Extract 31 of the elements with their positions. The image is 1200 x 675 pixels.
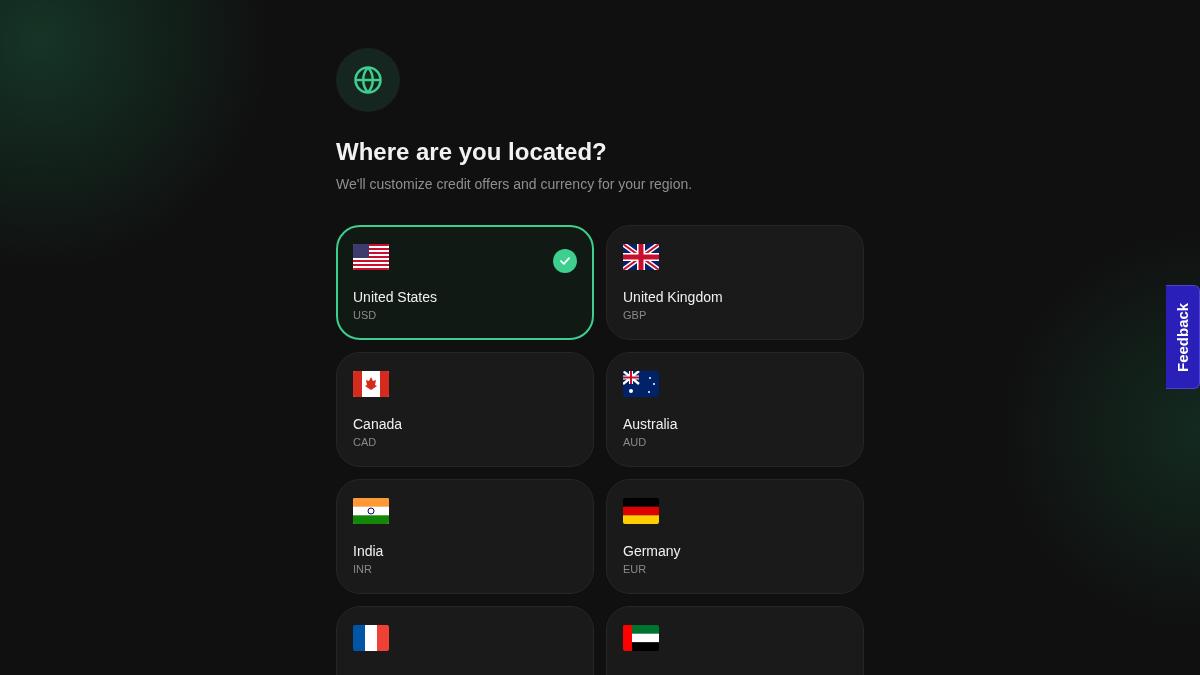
country-name: Australia <box>623 416 679 432</box>
country-name: United Kingdom <box>623 289 724 305</box>
country-card[interactable]: Canada CAD <box>336 352 594 467</box>
flag-icon <box>353 625 389 651</box>
currency-code: INR <box>353 563 373 575</box>
flag-icon <box>623 244 659 270</box>
flag-icon <box>623 371 659 397</box>
check-icon <box>553 249 577 273</box>
globe-icon <box>353 65 383 95</box>
currency-code: GBP <box>623 309 648 321</box>
flag-icon <box>623 625 659 651</box>
country-name: Germany <box>623 543 682 559</box>
country-card[interactable]: United Kingdom GBP <box>606 225 864 340</box>
flag-icon <box>353 498 389 524</box>
currency-code: EUR <box>623 563 648 575</box>
country-name: Canada <box>353 416 404 432</box>
country-card[interactable]: Germany EUR <box>606 479 864 594</box>
flag-icon <box>353 244 389 270</box>
page-subtitle: We'll customize credit offers and currency for your region. <box>336 176 694 192</box>
country-card[interactable]: United States USD <box>336 225 594 340</box>
country-name: India <box>353 543 385 559</box>
currency-code: AUD <box>623 436 648 448</box>
feedback-tab[interactable]: Feedback <box>1166 285 1200 389</box>
currency-code: USD <box>353 309 378 321</box>
country-name: United States <box>353 289 439 305</box>
page-title: Where are you located? <box>336 138 608 166</box>
currency-code: CAD <box>353 436 378 448</box>
flag-icon <box>353 371 389 397</box>
flag-icon <box>623 498 659 524</box>
country-card[interactable]: Australia AUD <box>606 352 864 467</box>
country-card[interactable]: India INR <box>336 479 594 594</box>
